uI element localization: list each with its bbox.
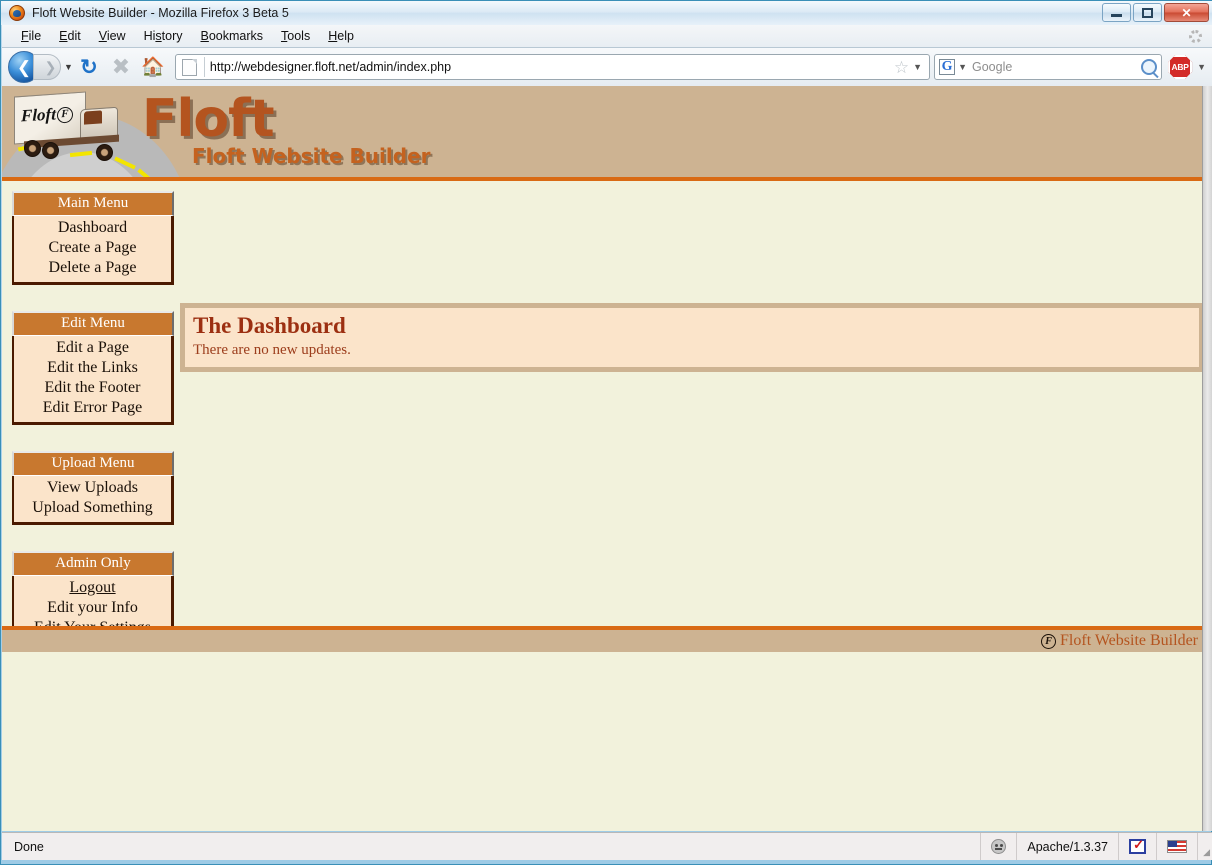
sidebar: Main Menu Dashboard Create a Page Delete…	[12, 191, 174, 671]
menu-bar: File Edit View History Bookmarks Tools H…	[2, 25, 1212, 48]
forward-button[interactable]: ❯	[33, 54, 61, 80]
sidebar-block-upload-menu: Upload Menu View Uploads Upload Somethin…	[12, 451, 174, 525]
status-bar: Done Apache/1.3.37 ◢	[2, 832, 1212, 860]
url-input[interactable]: http://webdesigner.floft.net/admin/index…	[210, 60, 894, 74]
face-icon	[991, 839, 1007, 854]
tv-status[interactable]	[1119, 833, 1157, 860]
menu-bookmarks[interactable]: Bookmarks	[192, 27, 273, 45]
menu-view[interactable]: View	[90, 27, 135, 45]
url-bar[interactable]: http://webdesigner.floft.net/admin/index…	[174, 54, 931, 80]
menu-help[interactable]: Help	[319, 27, 363, 45]
menu-file[interactable]: File	[12, 27, 50, 45]
truck-logo-text: Floft F	[21, 104, 73, 127]
privacy-status[interactable]	[981, 833, 1018, 860]
sidebar-block-items: View Uploads Upload Something	[12, 476, 174, 525]
status-message: Done	[2, 833, 982, 860]
title-bar: Floft Website Builder - Mozilla Firefox …	[1, 1, 1212, 25]
floft-mark-icon: F	[1041, 633, 1057, 649]
sidebar-item-view-uploads[interactable]: View Uploads	[14, 478, 171, 498]
server-info[interactable]: Apache/1.3.37	[1017, 833, 1119, 860]
minimize-icon	[1111, 14, 1122, 17]
sidebar-item-create-a-page[interactable]: Create a Page	[14, 238, 171, 258]
truck-wheel	[24, 140, 41, 157]
footer-text: Floft Website Builder	[1060, 632, 1198, 649]
stop-button[interactable]: ✖	[107, 53, 135, 81]
bookmark-star-icon[interactable]: ☆	[894, 59, 909, 76]
reload-button[interactable]: ↻	[75, 53, 103, 81]
resize-grip[interactable]: ◢	[1198, 833, 1212, 860]
truck-wheel	[42, 142, 59, 159]
reload-icon: ↻	[80, 55, 98, 79]
search-input[interactable]: Google	[972, 60, 1141, 74]
search-bar[interactable]: G ▼ Google	[934, 54, 1163, 80]
maximize-icon	[1142, 7, 1153, 18]
back-forward-group: ❮ ❯ ▼	[8, 51, 73, 83]
firefox-icon	[9, 5, 25, 21]
locale-status[interactable]	[1157, 833, 1198, 860]
google-icon[interactable]: G	[939, 59, 956, 75]
sidebar-block-items: Edit a Page Edit the Links Edit the Foot…	[12, 336, 174, 425]
sidebar-block-items: Dashboard Create a Page Delete a Page	[12, 216, 174, 285]
truck-logo-mark: F	[56, 106, 73, 124]
page-viewport: Floft F Floft Floft Website Builder Main …	[2, 86, 1212, 831]
chevron-down-icon[interactable]: ▼	[913, 62, 922, 72]
page-content: Floft F Floft Floft Website Builder Main …	[2, 86, 1202, 831]
minimize-button[interactable]	[1102, 3, 1131, 22]
sidebar-item-dashboard[interactable]: Dashboard	[14, 218, 171, 238]
window-controls: ✕	[1102, 3, 1209, 22]
window-title: Floft Website Builder - Mozilla Firefox …	[32, 6, 289, 20]
history-dropdown-icon[interactable]: ▼	[64, 62, 73, 72]
home-icon: 🏠	[141, 56, 165, 78]
sidebar-block-title: Edit Menu	[12, 311, 174, 336]
navigation-toolbar: ❮ ❯ ▼ ↻ ✖ 🏠 http://webdesigner.floft.net…	[2, 48, 1212, 86]
dashboard-panel: The Dashboard There are no new updates.	[180, 303, 1202, 372]
tv-check-icon	[1129, 838, 1146, 854]
chevron-down-icon[interactable]: ▼	[958, 62, 967, 72]
sidebar-item-edit-your-info[interactable]: Edit your Info	[14, 598, 171, 618]
loading-spinner	[1186, 28, 1204, 45]
sidebar-item-logout[interactable]: Logout	[14, 578, 171, 598]
us-flag-icon	[1167, 840, 1187, 853]
divider	[203, 57, 205, 77]
search-icon[interactable]	[1141, 59, 1158, 75]
sidebar-block-title: Admin Only	[12, 551, 174, 576]
sidebar-block-title: Upload Menu	[12, 451, 174, 476]
site-brand-title: Floft	[142, 89, 275, 149]
adblock-icon[interactable]: ABP	[1168, 55, 1193, 79]
sidebar-block-main-menu: Main Menu Dashboard Create a Page Delete…	[12, 191, 174, 285]
dashboard-message: There are no new updates.	[193, 342, 351, 358]
sidebar-item-upload-something[interactable]: Upload Something	[14, 498, 171, 518]
truck-window	[84, 110, 102, 125]
sidebar-item-edit-error-page[interactable]: Edit Error Page	[14, 398, 171, 418]
site-footer: F Floft Website Builder	[2, 626, 1202, 652]
menu-edit[interactable]: Edit	[50, 27, 90, 45]
page-title: The Dashboard	[193, 313, 346, 338]
site-tagline: Floft Website Builder	[192, 144, 431, 168]
menu-history[interactable]: History	[135, 27, 192, 45]
sidebar-item-edit-the-links[interactable]: Edit the Links	[14, 358, 171, 378]
close-icon: ✖	[111, 54, 131, 79]
chevron-down-icon[interactable]: ▼	[1197, 62, 1206, 72]
browser-window: Floft Website Builder - Mozilla Firefox …	[0, 0, 1212, 865]
home-button[interactable]: 🏠	[139, 53, 167, 81]
truck-logo-icon: Floft F	[14, 91, 142, 162]
sidebar-item-delete-a-page[interactable]: Delete a Page	[14, 258, 171, 278]
vertical-scrollbar[interactable]	[1202, 86, 1212, 831]
sidebar-item-edit-the-footer[interactable]: Edit the Footer	[14, 378, 171, 398]
truck-wheel	[96, 144, 113, 161]
sidebar-block-edit-menu: Edit Menu Edit a Page Edit the Links Edi…	[12, 311, 174, 425]
page-icon	[181, 58, 197, 76]
page-body: Main Menu Dashboard Create a Page Delete…	[2, 181, 1202, 645]
menu-tools[interactable]: Tools	[272, 27, 319, 45]
maximize-button[interactable]	[1133, 3, 1162, 22]
close-button[interactable]: ✕	[1164, 3, 1209, 22]
sidebar-block-title: Main Menu	[12, 191, 174, 216]
site-header: Floft F Floft Floft Website Builder	[2, 86, 1202, 181]
sidebar-item-edit-a-page[interactable]: Edit a Page	[14, 338, 171, 358]
